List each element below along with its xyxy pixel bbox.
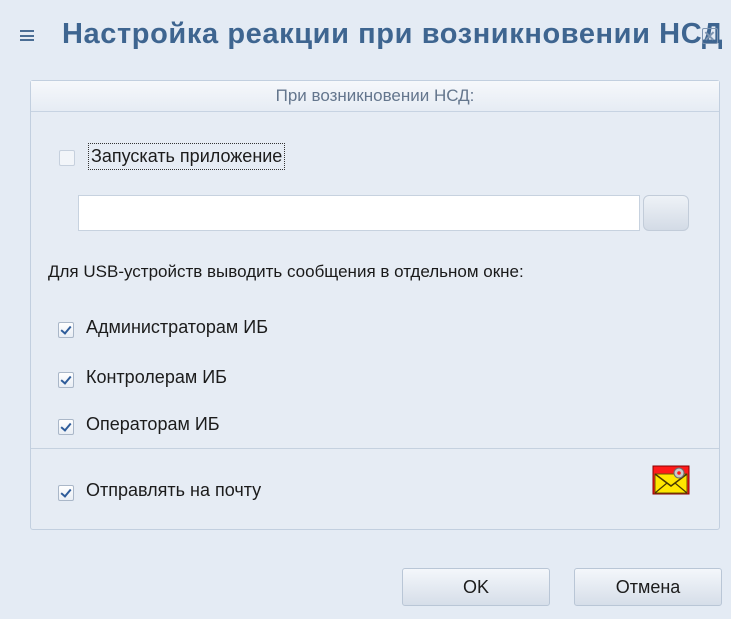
panel-header: При возникновении НСД: <box>31 81 719 112</box>
launch-app-label[interactable]: Запускать приложение <box>87 143 286 170</box>
ok-button[interactable]: OK <box>402 568 550 606</box>
close-icon[interactable] <box>702 28 718 44</box>
admins-label[interactable]: Администраторам ИБ <box>86 317 268 338</box>
send-email-checkbox[interactable] <box>58 485 74 501</box>
operators-label[interactable]: Операторам ИБ <box>86 414 220 435</box>
operators-checkbox[interactable] <box>58 419 74 435</box>
cancel-button[interactable]: Отмена <box>574 568 722 606</box>
usb-message-label: Для USB-устройств выводить сообщения в о… <box>48 262 524 281</box>
controllers-checkbox[interactable] <box>58 372 74 388</box>
separator <box>31 448 719 449</box>
controllers-label[interactable]: Контролерам ИБ <box>86 367 227 388</box>
window-title: Настройка реакции при возникновении НСД <box>62 18 724 50</box>
admins-checkbox[interactable] <box>58 322 74 338</box>
launch-app-checkbox[interactable] <box>59 150 75 166</box>
title-bar: Настройка реакции при возникновении НСД <box>0 0 731 72</box>
send-email-label[interactable]: Отправлять на почту <box>86 480 261 501</box>
window-menu-icon[interactable] <box>20 30 34 41</box>
browse-button[interactable] <box>643 195 689 231</box>
app-path-input[interactable] <box>78 195 640 231</box>
mail-settings-icon[interactable] <box>652 465 690 495</box>
